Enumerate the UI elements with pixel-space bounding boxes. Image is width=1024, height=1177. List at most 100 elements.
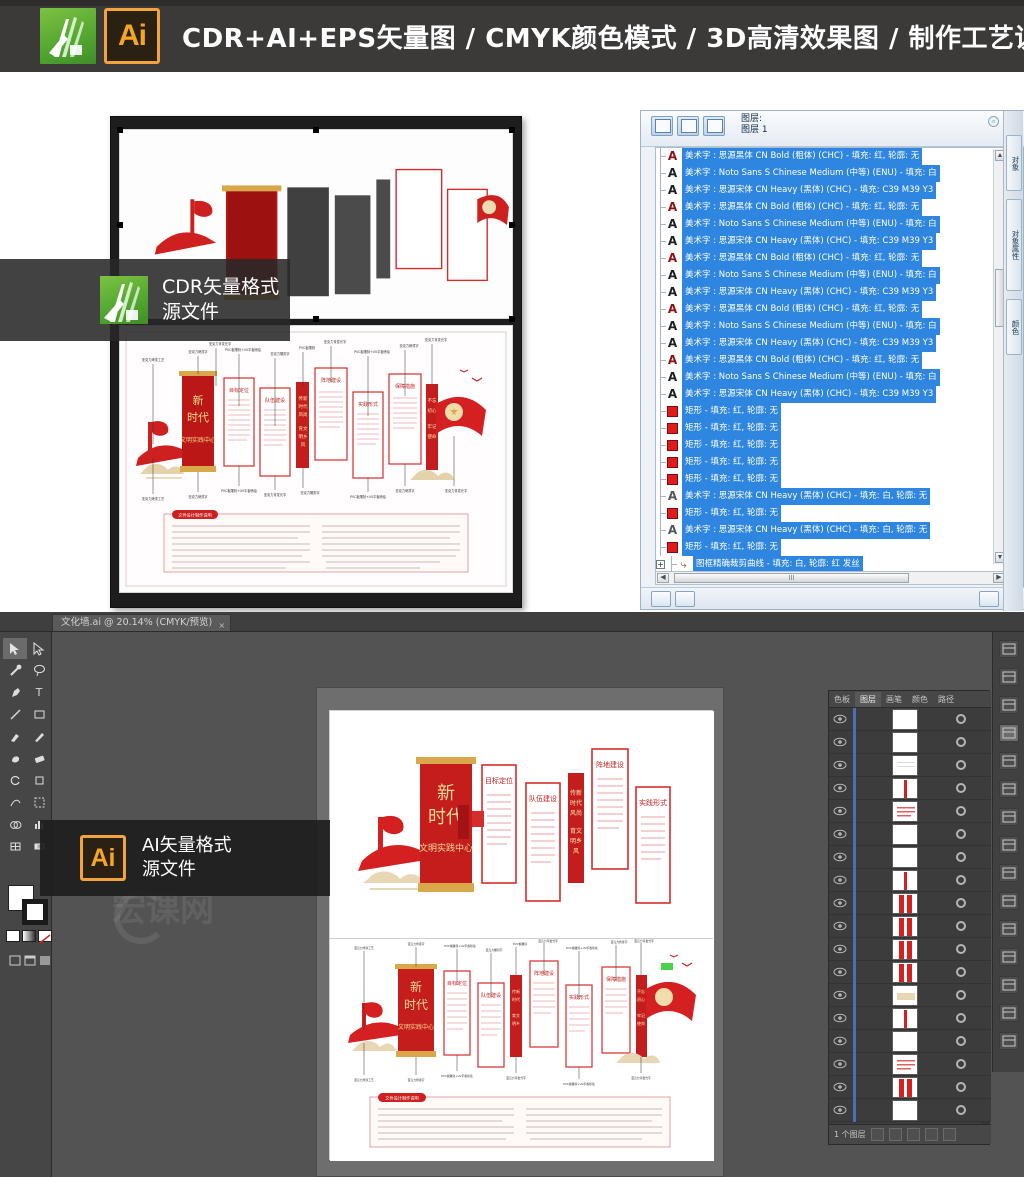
target-indicator-icon[interactable] (956, 1013, 966, 1023)
target-indicator-icon[interactable] (956, 1059, 966, 1069)
document-tab[interactable]: 文化墙.ai @ 20.14% (CMYK/预览) × (52, 614, 232, 631)
cdr-layer-row[interactable]: A 美术字 : 思源宋体 CN Heavy (黑体) (CHC) - 填充: C3… (656, 386, 1006, 403)
new-sublayer-icon[interactable] (906, 1128, 920, 1141)
magic-wand-tool[interactable] (3, 660, 27, 681)
target-indicator-icon[interactable] (956, 829, 966, 839)
pencil-tool[interactable] (27, 726, 51, 747)
visibility-toggle-icon[interactable] (832, 964, 848, 980)
panel-tab-4[interactable]: 路径 (933, 692, 959, 707)
visibility-toggle-icon[interactable] (832, 872, 848, 888)
visibility-toggle-icon[interactable] (832, 1079, 848, 1095)
locate-icon[interactable] (870, 1128, 884, 1141)
color-guide-panel-icon[interactable] (999, 1004, 1019, 1022)
visibility-toggle-icon[interactable] (832, 941, 848, 957)
ai-layer-row[interactable] (829, 914, 991, 938)
ai-layer-row[interactable] (829, 1075, 991, 1099)
hscroll-thumb[interactable]: III (674, 573, 909, 583)
ai-layer-row[interactable] (829, 708, 991, 731)
target-indicator-icon[interactable] (956, 1105, 966, 1115)
edit-across-layers-button[interactable] (677, 116, 699, 136)
visibility-toggle-icon[interactable] (832, 803, 848, 819)
scroll-left-icon[interactable]: ◀ (657, 573, 669, 583)
align-panel-icon[interactable] (999, 640, 1019, 658)
width-tool[interactable] (3, 792, 27, 813)
blob-brush-tool[interactable] (3, 748, 27, 769)
selection-handle[interactable] (117, 222, 123, 228)
trash-icon[interactable] (979, 591, 999, 607)
ai-layer-row[interactable] (829, 868, 991, 892)
selection-handle[interactable] (313, 316, 319, 322)
docker-close-icon[interactable]: ▫ (988, 116, 999, 127)
target-indicator-icon[interactable] (956, 1036, 966, 1046)
cdr-layer-row[interactable]: A 美术字 : 思源宋体 CN Heavy (黑体) (CHC) - 填充: 白,… (656, 522, 1006, 539)
artboard-spec[interactable]: 新 时代 文明实践中心 目标定位 队伍建设 传新 时代 育文 明乡 阵地建设 实… (329, 938, 714, 1161)
visibility-toggle-icon[interactable] (832, 757, 848, 773)
artboards-panel-icon[interactable] (999, 780, 1019, 798)
cdr-layer-row[interactable]: 矩形 - 填充: 红, 轮廓: 无 (656, 539, 1006, 556)
stroke-panel-icon[interactable] (999, 864, 1019, 882)
links-panel-icon[interactable] (999, 752, 1019, 770)
panel-tab-2[interactable]: 画笔 (881, 692, 907, 707)
clipping-mask-icon[interactable] (888, 1128, 902, 1141)
gradient-panel-icon[interactable] (999, 808, 1019, 826)
stroke-color-swatch[interactable] (22, 899, 48, 925)
cdr-layer-row[interactable]: A 美术字 : Noto Sans S Chinese Medium (中等) (… (656, 318, 1006, 335)
ai-layer-row[interactable] (829, 937, 991, 961)
cdr-layer-row[interactable]: A 美术字 : Noto Sans S Chinese Medium (中等) (… (656, 216, 1006, 233)
ai-layer-rows[interactable] (829, 708, 991, 1126)
paintbrush-tool[interactable] (3, 726, 27, 747)
visibility-toggle-icon[interactable] (832, 780, 848, 796)
cdr-layer-row[interactable]: A 美术字 : 思源黑体 CN Bold (粗体) (CHC) - 填充: 红, … (656, 148, 1006, 165)
ai-layer-row[interactable] (829, 753, 991, 777)
cdr-layer-row[interactable]: 矩形 - 填充: 红, 轮廓: 无 (656, 403, 1006, 420)
swatches-panel-icon[interactable] (999, 948, 1019, 966)
pathfinder-panel-icon[interactable] (999, 668, 1019, 686)
target-indicator-icon[interactable] (956, 806, 966, 816)
cdr-layer-row[interactable]: A 美术字 : 思源宋体 CN Heavy (黑体) (CHC) - 填充: C3… (656, 284, 1006, 301)
ai-layer-row[interactable] (829, 822, 991, 846)
rotate-tool[interactable] (3, 770, 27, 791)
artboard-container[interactable]: 新 时代 文明实践中心 目标定位 队伍建设 传新 时代 风尚 育文 明乡 风 阵… (316, 687, 724, 1177)
docker-tab-object-properties[interactable]: 对象属性 (1006, 199, 1022, 291)
selection-tool[interactable] (3, 638, 27, 659)
selection-handle[interactable] (509, 316, 515, 322)
cdr-layer-row[interactable]: 矩形 - 填充: 红, 轮廓: 无 (656, 471, 1006, 488)
direct-selection-tool[interactable] (27, 638, 51, 659)
visibility-toggle-icon[interactable] (832, 1033, 848, 1049)
ai-layer-row[interactable] (829, 983, 991, 1007)
transparency-panel-icon[interactable] (999, 892, 1019, 910)
appearance-panel-icon[interactable] (999, 836, 1019, 854)
ai-layer-row[interactable] (829, 1006, 991, 1030)
cdr-layer-row[interactable]: A 美术字 : 思源宋体 CN Heavy (黑体) (CHC) - 填充: 白,… (656, 488, 1006, 505)
gradient-fill-mode-button[interactable] (22, 930, 36, 942)
shape-builder-tool[interactable] (3, 814, 27, 835)
none-fill-mode-button[interactable] (38, 930, 52, 944)
visibility-toggle-icon[interactable] (832, 1010, 848, 1026)
selection-handle[interactable] (313, 127, 319, 133)
scale-tool[interactable] (27, 770, 51, 791)
cdr-layer-row[interactable]: A 美术字 : 思源宋体 CN Heavy (黑体) (CHC) - 填充: C3… (656, 233, 1006, 250)
ai-layer-row[interactable] (829, 1052, 991, 1076)
pen-tool[interactable] (3, 682, 27, 703)
trash-icon[interactable] (942, 1128, 956, 1141)
cdr-layer-row[interactable]: A 美术字 : 思源黑体 CN Bold (粗体) (CHC) - 填充: 红, … (656, 352, 1006, 369)
rectangle-tool[interactable] (27, 704, 51, 725)
show-object-properties-button[interactable] (651, 116, 673, 136)
visibility-toggle-icon[interactable] (832, 987, 848, 1003)
type-T-icon[interactable]: T (27, 682, 51, 703)
cdr-layer-row[interactable]: A 美术字 : 思源宋体 CN Heavy (黑体) (CHC) - 填充: C3… (656, 335, 1006, 352)
docker-tab-color[interactable]: 颜色 (1006, 299, 1022, 355)
cdr-layer-row[interactable]: A 美术字 : Noto Sans S Chinese Medium (中等) (… (656, 267, 1006, 284)
cdr-layer-row[interactable]: 矩形 - 填充: 红, 轮廓: 无 (656, 454, 1006, 471)
visibility-toggle-icon[interactable] (832, 826, 848, 842)
target-indicator-icon[interactable] (956, 783, 966, 793)
ai-layer-row[interactable] (829, 1098, 991, 1122)
symbols-panel-icon[interactable] (999, 920, 1019, 938)
target-indicator-icon[interactable] (956, 921, 966, 931)
panel-tab-strip[interactable]: 色板 图层 画笔 颜色 路径 (829, 691, 991, 708)
illustrator-panel-icon-rail[interactable] (992, 632, 1024, 1072)
target-indicator-icon[interactable] (956, 737, 966, 747)
new-layer-button[interactable] (651, 591, 671, 607)
cdr-layer-row[interactable]: A 美术字 : Noto Sans S Chinese Medium (中等) (… (656, 369, 1006, 386)
cdr-layer-row[interactable]: 矩形 - 填充: 红, 轮廓: 无 (656, 505, 1006, 522)
